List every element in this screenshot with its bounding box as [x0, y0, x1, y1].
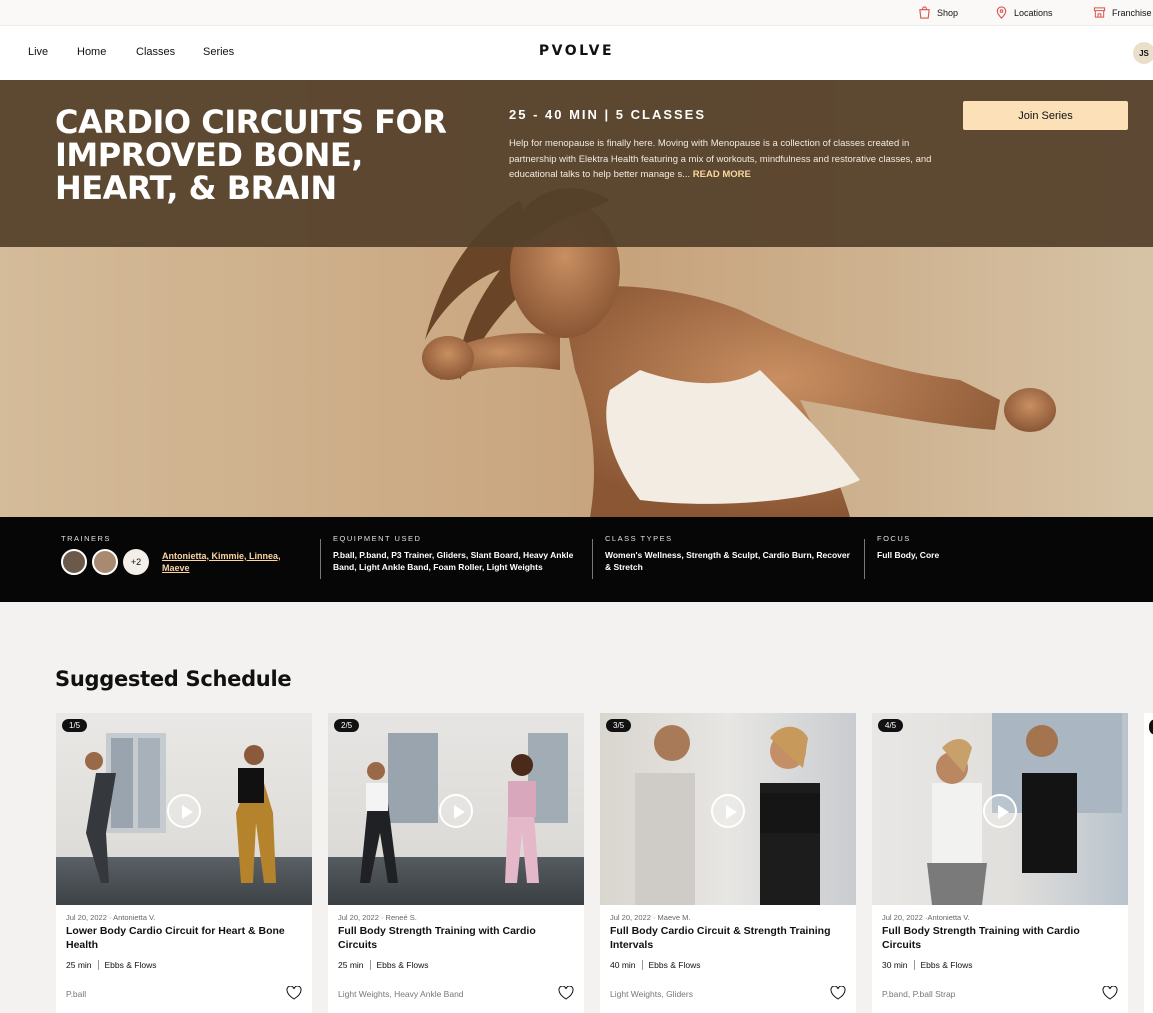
class-thumbnail: 2/5	[328, 713, 584, 905]
class-duration: 25 min	[338, 960, 364, 970]
class-date-trainer: Jul 20, 2022 · Antonietta V.	[66, 913, 156, 922]
class-order-badge: 1/5	[62, 719, 88, 732]
storefront-icon	[1093, 7, 1106, 18]
location-pin-icon	[996, 6, 1007, 19]
class-card-peek[interactable]	[1144, 713, 1153, 1013]
class-meta: 30 min Ebbs & Flows	[882, 960, 1118, 970]
class-title[interactable]: Full Body Strength Training with Cardio …	[338, 925, 574, 953]
focus-label: FOCUS	[877, 534, 911, 543]
trainers-label: TRAINERS	[61, 534, 111, 543]
card-body: Jul 20, 2022 · Antonietta V. Lower Body …	[56, 905, 312, 978]
franchise-label: Franchise	[1112, 7, 1152, 18]
class-title[interactable]: Lower Body Cardio Circuit for Heart & Bo…	[66, 925, 302, 953]
trainer-names-link[interactable]: Antonietta, Kimmie, Linnea, Maeve	[162, 550, 302, 574]
shop-label: Shop	[937, 7, 959, 18]
card-body: Jul 20, 2022 · Reneé S. Full Body Streng…	[328, 905, 584, 978]
card-body: Jul 20, 2022 · Maeve M. Full Body Cardio…	[600, 905, 856, 978]
shop-link[interactable]: Shop	[918, 6, 958, 19]
series-description: Help for menopause is finally here. Movi…	[509, 136, 949, 183]
read-more-link[interactable]: READ MORE	[693, 169, 751, 180]
divider	[864, 539, 865, 579]
trainer-avatars: +2 Antonietta, Kimmie, Linnea, Maeve	[61, 549, 302, 575]
focus-list: Full Body, Core	[877, 550, 940, 560]
class-equipment: Light Weights, Heavy Ankle Band	[338, 989, 464, 999]
class-thumbnail: 4/5	[872, 713, 1128, 905]
trainers-section: TRAINERS +2 Antonietta, Kimmie, Linnea, …	[61, 534, 302, 575]
divider	[97, 960, 99, 970]
class-category: Ebbs & Flows	[104, 960, 157, 970]
card-body: Jul 20, 2022 ·Antonietta V. Full Body St…	[872, 905, 1128, 978]
main-nav: Live Home Classes Series PVOLVE JS	[0, 26, 1153, 80]
divider	[592, 539, 593, 579]
join-series-button[interactable]: Join Series	[963, 101, 1128, 130]
series-meta: 25 - 40 MIN | 5 CLASSES	[509, 107, 707, 122]
trainer-avatar[interactable]	[92, 549, 118, 575]
divider	[320, 539, 321, 579]
equipment-label: EQUIPMENT USED	[333, 534, 422, 543]
heart-icon[interactable]	[1102, 986, 1118, 1000]
class-card[interactable]: 3/5 Jul 20, 2022 · Maeve M. Full Body Ca…	[600, 713, 856, 1013]
class-card[interactable]: 4/5 Jul 20, 2022 ·Antonietta V. Full Bod…	[872, 713, 1128, 1013]
class-equipment: P.ball	[66, 989, 87, 999]
class-equipment: Light Weights, Gliders	[610, 989, 693, 999]
utility-bar: Shop Locations Franchise	[0, 0, 1153, 26]
class-order-badge: 3/5	[606, 719, 632, 732]
series-hero: Cardio Circuits for Improved Bone, Heart…	[0, 80, 1153, 517]
class-card[interactable]: 1/5 Jul 20, 2022 · Antonietta V. Lower B…	[56, 713, 312, 1013]
divider	[641, 960, 643, 970]
play-icon[interactable]	[439, 794, 473, 828]
divider	[369, 960, 371, 970]
series-info-strip: TRAINERS +2 Antonietta, Kimmie, Linnea, …	[0, 517, 1153, 602]
heart-icon[interactable]	[830, 986, 846, 1000]
series-title: Cardio Circuits for Improved Bone, Heart…	[55, 103, 447, 207]
locations-label: Locations	[1014, 7, 1053, 18]
class-duration: 40 min	[610, 960, 636, 970]
class-order-badge	[1149, 719, 1153, 735]
class-date-trainer: Jul 20, 2022 ·Antonietta V.	[882, 913, 970, 922]
class-thumbnail: 3/5	[600, 713, 856, 905]
class-types-list: Women's Wellness, Strength & Sculpt, Car…	[605, 550, 850, 573]
class-types-label: CLASS TYPES	[605, 534, 673, 543]
trainer-avatar[interactable]	[61, 549, 87, 575]
play-icon[interactable]	[711, 794, 745, 828]
pvolve-logo[interactable]: PVOLVE	[0, 43, 1153, 59]
schedule-title: Suggested Schedule	[55, 667, 292, 691]
equipment-list: P.ball, P.band, P3 Trainer, Gliders, Sla…	[333, 550, 574, 573]
class-order-badge: 4/5	[878, 719, 904, 732]
class-thumbnail: 1/5	[56, 713, 312, 905]
equipment-section: EQUIPMENT USED P.ball, P.band, P3 Traine…	[333, 534, 578, 574]
class-category: Ebbs & Flows	[648, 960, 701, 970]
franchise-link[interactable]: Franchise	[1093, 6, 1152, 19]
class-types-section: CLASS TYPES Women's Wellness, Strength &…	[605, 534, 855, 574]
class-order-badge: 2/5	[334, 719, 360, 732]
class-meta: 25 min Ebbs & Flows	[338, 960, 574, 970]
focus-section: FOCUS Full Body, Core	[877, 534, 1077, 561]
play-icon[interactable]	[983, 794, 1017, 828]
divider	[913, 960, 915, 970]
locations-link[interactable]: Locations	[995, 6, 1053, 19]
class-meta: 40 min Ebbs & Flows	[610, 960, 846, 970]
class-date-trainer: Jul 20, 2022 · Reneé S.	[338, 913, 417, 922]
user-avatar[interactable]: JS	[1133, 42, 1153, 64]
class-meta: 25 min Ebbs & Flows	[66, 960, 302, 970]
heart-icon[interactable]	[286, 986, 302, 1000]
class-category: Ebbs & Flows	[376, 960, 429, 970]
class-equipment: P.band, P.ball Strap	[882, 989, 956, 999]
class-duration: 25 min	[66, 960, 92, 970]
class-category: Ebbs & Flows	[920, 960, 973, 970]
class-card[interactable]: 2/5 Jul 20, 2022 · Reneé S. Full Body St…	[328, 713, 584, 1013]
class-date-trainer: Jul 20, 2022 · Maeve M.	[610, 913, 691, 922]
class-title[interactable]: Full Body Strength Training with Cardio …	[882, 925, 1118, 953]
hero-banner: Cardio Circuits for Improved Bone, Heart…	[0, 80, 1153, 247]
heart-icon[interactable]	[558, 986, 574, 1000]
class-title[interactable]: Full Body Cardio Circuit & Strength Trai…	[610, 925, 846, 953]
class-duration: 30 min	[882, 960, 908, 970]
play-icon[interactable]	[167, 794, 201, 828]
more-trainers-badge[interactable]: +2	[123, 549, 149, 575]
shopping-bag-icon	[919, 6, 930, 19]
